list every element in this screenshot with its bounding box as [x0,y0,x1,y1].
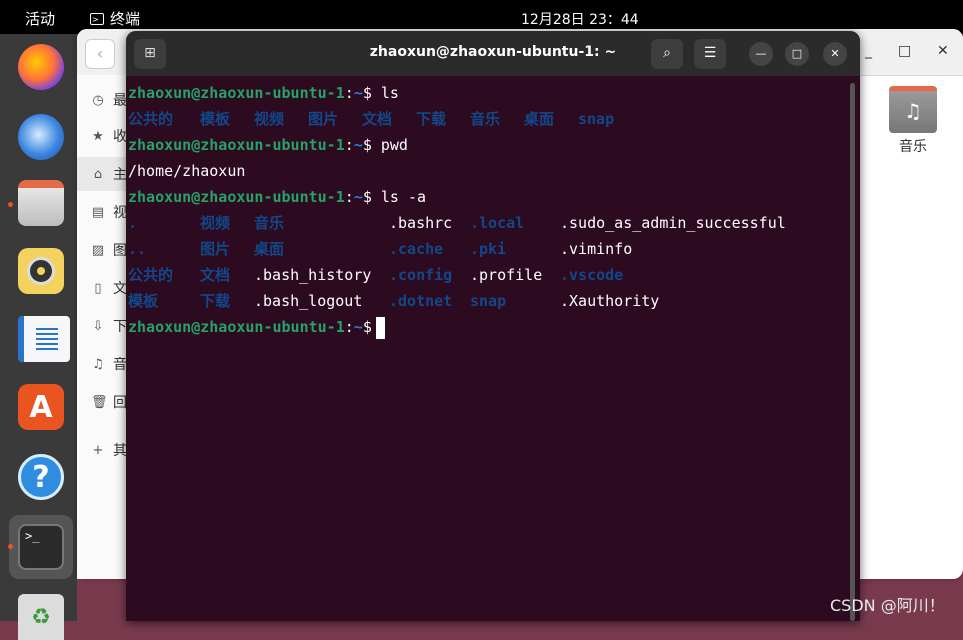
thunderbird-icon[interactable] [18,114,64,160]
minimize-button[interactable]: — [749,42,773,66]
dock: A ? >_ ♻ [0,34,77,640]
search-icon: ⌕ [663,45,671,61]
download-icon: ⇩ [92,318,104,334]
maximize-button[interactable]: □ [785,42,809,66]
ls-a-row: . 视频 音乐 .bashrc .local .sudo_as_admin_su… [128,214,786,232]
prompt-line: zhaoxun@zhaoxun-ubuntu-1:~$ ls -a [128,188,427,206]
music-folder-icon[interactable]: ♫ [889,86,937,133]
command: ls [380,84,399,102]
text-cursor [375,316,385,339]
command: pwd [380,136,408,154]
running-indicator [8,202,13,207]
close-icon: ✕ [830,47,840,60]
app-center-icon[interactable]: A [18,384,64,430]
ls-a-row: 公共的 文档 .bash_history .config .profile .v… [128,266,624,284]
plus-icon: + [92,442,104,458]
clock-icon: ◷ [92,92,104,108]
clock[interactable]: 12月28日 23：44 [521,9,639,29]
image-icon: ▨ [91,242,105,258]
ls-a-row: .. 图片 桌面 .cache .pki .viminfo [128,240,633,258]
minimize-icon[interactable]: _ [865,43,872,59]
pwd-output: /home/zhaoxun [128,162,246,180]
close-button[interactable]: ✕ [823,42,847,66]
app-menu[interactable]: > 终端 [90,8,140,29]
back-button[interactable]: ‹ [85,39,115,69]
music-folder-label[interactable]: 音乐 [899,136,927,156]
help-icon[interactable]: ? [18,454,64,500]
home-icon: ⌂ [93,166,103,182]
star-icon: ★ [92,128,104,144]
maximize-icon[interactable]: □ [898,43,911,59]
scrollbar[interactable] [850,83,855,621]
terminal-icon[interactable]: >_ [18,524,64,570]
trash-icon[interactable]: ♻ [18,594,64,640]
files-icon[interactable] [18,180,64,226]
prompt-line-current[interactable]: zhaoxun@zhaoxun-ubuntu-1:~$ [128,314,848,340]
terminal-small-icon: > [90,12,104,25]
ls-a-row: 模板 下载 .bash_logout .dotnet snap .Xauthor… [128,292,660,310]
watermark: CSDN @阿川！ [830,596,945,615]
command: ls -a [380,188,427,206]
rhythmbox-icon[interactable] [18,248,64,294]
search-button[interactable]: ⌕ [651,39,683,69]
running-indicator [8,544,13,549]
terminal-header: ⊞ zhaoxun@zhaoxun-ubuntu-1: ~ ⌕ ☰ — □ ✕ [126,31,860,76]
activities-button[interactable]: 活动 [25,8,55,29]
minimize-icon: — [755,47,767,60]
prompt-line: zhaoxun@zhaoxun-ubuntu-1:~$ ls [128,84,399,102]
close-icon[interactable]: ✕ [937,43,949,59]
maximize-icon: □ [791,47,803,60]
ls-output: 公共的 模板 视频 图片 文档 下载 音乐 桌面 snap [128,110,615,128]
music-icon: ♫ [92,356,104,372]
firefox-icon[interactable] [18,44,64,90]
writer-icon[interactable] [18,316,70,362]
menu-button[interactable]: ☰ [694,39,726,69]
terminal-window: ⊞ zhaoxun@zhaoxun-ubuntu-1: ~ ⌕ ☰ — □ ✕ … [126,31,860,621]
document-icon: ▯ [94,280,102,296]
app-name: 终端 [110,10,141,28]
terminal-output[interactable]: zhaoxun@zhaoxun-ubuntu-1:~$ ls 公共的 模板 视频… [128,80,848,340]
film-icon: ▤ [91,204,105,220]
prompt-line: zhaoxun@zhaoxun-ubuntu-1:~$ pwd [128,136,408,154]
trash-icon: 🗑 [91,394,108,410]
hamburger-icon: ☰ [703,45,717,61]
